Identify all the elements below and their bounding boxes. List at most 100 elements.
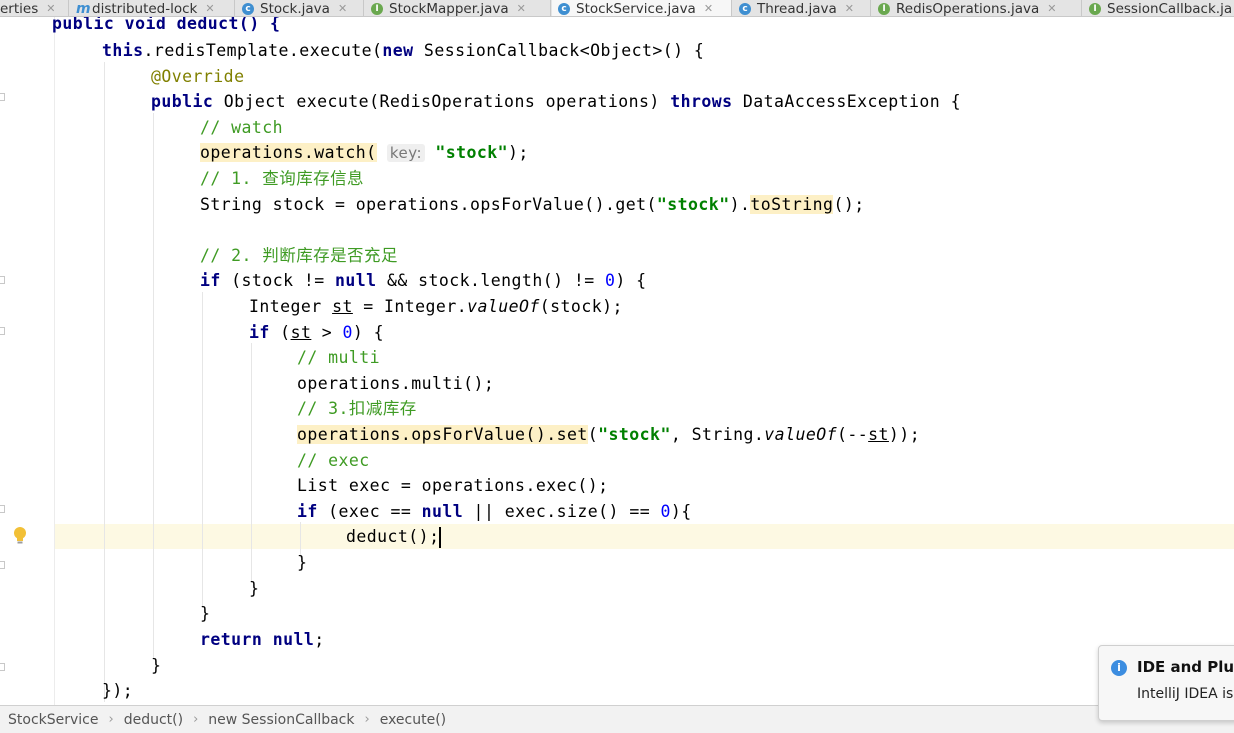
- fold-marker[interactable]: [0, 561, 5, 569]
- tab-label: StockService.java: [576, 0, 696, 17]
- code-token: this: [102, 41, 144, 60]
- code-token: && stock.length() !=: [376, 271, 606, 290]
- tab-redisoperations-java[interactable]: I RedisOperations.java ✕: [872, 0, 1082, 16]
- code-token: ){: [670, 502, 692, 521]
- code-token: deduct();: [346, 527, 440, 546]
- indent-guide: [153, 113, 154, 659]
- parameter-hint: key:: [386, 144, 425, 162]
- close-icon[interactable]: ✕: [1047, 2, 1056, 15]
- tab-label: StockMapper.java: [389, 0, 509, 17]
- tab-stock-java[interactable]: c Stock.java ✕: [236, 0, 364, 17]
- code-token: operations.opsForValue().set: [297, 425, 588, 444]
- code-token: (: [269, 323, 291, 342]
- editor-gutter: [0, 17, 55, 705]
- code-comment: // 1. 查询库存信息: [200, 169, 365, 188]
- interface-file-icon: I: [1089, 2, 1101, 15]
- close-icon[interactable]: ✕: [704, 2, 713, 15]
- breadcrumb-item[interactable]: execute(): [380, 712, 446, 728]
- code-token: null: [421, 502, 464, 521]
- close-icon[interactable]: ✕: [46, 2, 55, 15]
- code-line: });: [102, 678, 133, 703]
- code-token: if: [249, 323, 270, 342]
- code-token: st: [290, 323, 312, 342]
- tab-stockservice-java[interactable]: c StockService.java ✕: [552, 0, 732, 17]
- code-number: 0: [342, 323, 353, 342]
- notification-title: IDE and Plug: [1137, 658, 1234, 676]
- code-line: if (stock != null && stock.length() != 0…: [200, 268, 647, 293]
- code-line: this.redisTemplate.execute(new SessionCa…: [102, 38, 704, 63]
- tab-properties[interactable]: erties ✕: [0, 0, 69, 17]
- fold-marker[interactable]: [0, 663, 5, 671]
- code-line: return null;: [200, 627, 325, 652]
- code-token: valueOf: [467, 297, 540, 316]
- code-token: @Override: [151, 67, 245, 86]
- code-line-current: deduct();: [346, 524, 442, 549]
- fold-marker[interactable]: [0, 327, 5, 335]
- tab-label: distributed-lock: [92, 0, 198, 17]
- code-comment: // 3.扣减库存: [297, 399, 417, 418]
- notification-balloon[interactable]: i IDE and Plug IntelliJ IDEA is: [1098, 645, 1234, 721]
- code-token: ) {: [615, 271, 647, 290]
- code-token: (--: [836, 425, 869, 444]
- code-token: public: [151, 92, 214, 111]
- tab-thread-java[interactable]: c Thread.java ✕: [733, 0, 871, 16]
- lightbulb-icon[interactable]: [12, 526, 28, 546]
- code-token: valueOf: [764, 425, 837, 444]
- close-icon[interactable]: ✕: [517, 2, 526, 15]
- breadcrumb-item[interactable]: new SessionCallback: [208, 712, 354, 728]
- code-token: (stock);: [539, 297, 623, 316]
- tab-sessioncallback-java[interactable]: I SessionCallback.ja: [1083, 0, 1234, 17]
- code-number: 0: [605, 271, 616, 290]
- tab-label: erties: [0, 0, 39, 17]
- code-token: if: [297, 502, 318, 521]
- code-token: String stock = operations.opsForValue().…: [200, 195, 657, 214]
- tab-distributed-lock[interactable]: m distributed-lock ✕: [70, 0, 235, 17]
- code-line: // exec: [297, 448, 370, 473]
- code-token: null: [272, 630, 315, 649]
- code-token: .redisTemplate.execute(: [143, 41, 383, 60]
- code-editor[interactable]: public void deduct() { this.redisTemplat…: [0, 17, 1234, 705]
- class-file-icon: c: [558, 2, 570, 15]
- code-token: }: [249, 579, 260, 598]
- fold-marker[interactable]: [0, 505, 5, 513]
- tab-stockmapper-java[interactable]: I StockMapper.java ✕: [365, 0, 551, 17]
- class-file-icon: c: [739, 2, 751, 15]
- code-comment: // multi: [297, 348, 381, 367]
- code-comment: // exec: [297, 451, 370, 470]
- code-line: // 3.扣减库存: [297, 396, 417, 421]
- code-token: new: [382, 41, 414, 60]
- code-line: String stock = operations.opsForValue().…: [200, 192, 865, 217]
- editor-tab-bar: erties ✕ m distributed-lock ✕ c Stock.ja…: [0, 0, 1234, 17]
- code-token: ).: [729, 195, 751, 214]
- close-icon[interactable]: ✕: [845, 2, 854, 15]
- breadcrumb: StockService › deduct() › new SessionCal…: [0, 705, 1234, 733]
- breadcrumb-item[interactable]: deduct(): [124, 712, 183, 728]
- code-token: );: [508, 143, 529, 162]
- notification-text: IntelliJ IDEA is: [1137, 686, 1234, 702]
- fold-marker[interactable]: [0, 276, 5, 284]
- tab-label: Stock.java: [260, 0, 330, 17]
- code-line: operations.multi();: [297, 371, 494, 396]
- code-token: = Integer.: [352, 297, 468, 316]
- fold-marker[interactable]: [0, 93, 5, 101]
- code-comment: // watch: [200, 118, 284, 137]
- code-token: >: [311, 323, 343, 342]
- code-token: null: [335, 271, 377, 290]
- close-icon[interactable]: ✕: [338, 2, 347, 15]
- code-token: ));: [888, 425, 921, 444]
- code-line: // 2. 判断库存是否充足: [200, 243, 398, 268]
- close-icon[interactable]: ✕: [205, 2, 214, 15]
- tab-label: SessionCallback.ja: [1107, 0, 1233, 17]
- breadcrumb-item[interactable]: StockService: [8, 712, 99, 728]
- indent-guide: [202, 292, 203, 608]
- code-line: }: [249, 576, 259, 601]
- text-cursor: [439, 527, 442, 548]
- info-icon: i: [1111, 660, 1127, 676]
- code-token: operations.multi();: [297, 374, 495, 393]
- interface-file-icon: I: [878, 2, 890, 15]
- code-token: List exec = operations.exec();: [297, 476, 609, 495]
- code-string: "stock": [598, 425, 671, 444]
- code-token: ;: [314, 630, 325, 649]
- code-token: }: [151, 656, 162, 675]
- code-token: DataAccessException {: [732, 92, 961, 111]
